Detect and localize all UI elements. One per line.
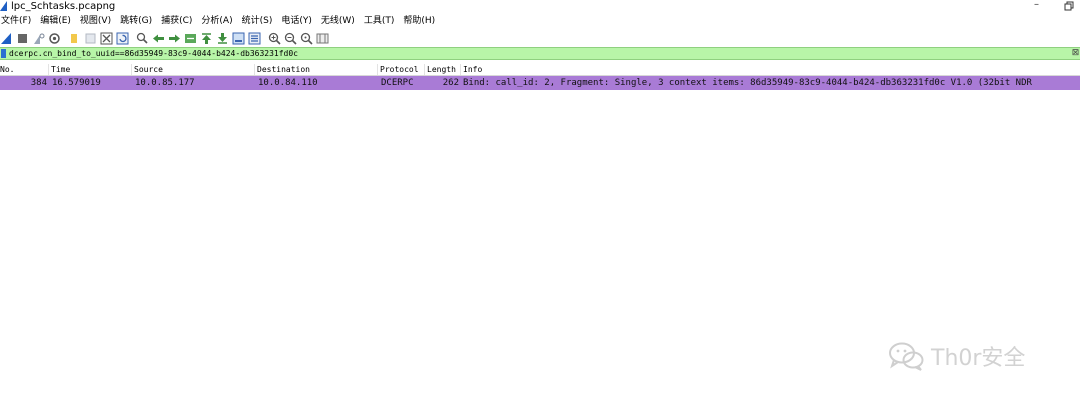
wechat-logo-icon — [889, 342, 924, 371]
menu-help[interactable]: 帮助(H) — [403, 14, 435, 29]
packet-source: 10.0.85.177 — [135, 78, 195, 88]
packet-length: 262 — [442, 78, 459, 88]
menu-file[interactable]: 文件(F) — [1, 14, 31, 29]
packet-no: 384 — [30, 78, 47, 88]
menu-capture[interactable]: 捕获(C) — [161, 14, 192, 29]
packet-info: Bind: call_id: 2, Fragment: Single, 3 co… — [463, 78, 1032, 88]
menu-view[interactable]: 视图(V) — [80, 14, 111, 29]
display-filter-bar: ⊠ — [0, 47, 1080, 60]
main-toolbar — [0, 30, 1080, 46]
zoom-in-icon[interactable] — [268, 32, 281, 45]
packet-protocol: DCERPC — [381, 78, 414, 88]
watermark: Th0r安全 — [887, 337, 1062, 375]
menu-statistics[interactable]: 统计(S) — [242, 14, 273, 29]
stop-capture-icon[interactable] — [16, 32, 29, 45]
resize-columns-icon[interactable] — [316, 32, 329, 45]
packet-destination: 10.0.84.110 — [258, 78, 318, 88]
go-to-packet-icon[interactable] — [184, 32, 197, 45]
watermark-text: Th0r安全 — [931, 346, 1026, 371]
column-header-protocol[interactable]: Protocol — [378, 64, 425, 75]
column-header-info[interactable]: Info — [461, 64, 1080, 75]
filter-bookmark-icon[interactable] — [1, 49, 6, 58]
reload-file-icon[interactable] — [116, 32, 129, 45]
open-file-icon[interactable] — [68, 32, 81, 45]
save-file-icon[interactable] — [84, 32, 97, 45]
column-header-destination[interactable]: Destination — [255, 64, 378, 75]
restore-window-button[interactable] — [1064, 1, 1074, 11]
capture-options-icon[interactable] — [48, 32, 61, 45]
menu-wireless[interactable]: 无线(W) — [321, 14, 355, 29]
clear-filter-icon[interactable]: ⊠ — [1071, 48, 1080, 59]
packet-time: 16.579019 — [52, 78, 101, 88]
menu-edit[interactable]: 编辑(E) — [40, 14, 71, 29]
start-capture-icon[interactable] — [0, 32, 13, 45]
zoom-out-icon[interactable] — [284, 32, 297, 45]
menu-bar: 文件(F) 编辑(E) 视图(V) 跳转(G) 捕获(C) 分析(A) 统计(S… — [0, 14, 1080, 29]
go-back-icon[interactable] — [152, 32, 165, 45]
normal-size-icon[interactable] — [300, 32, 313, 45]
column-header-time[interactable]: Time — [49, 64, 132, 75]
menu-analyze[interactable]: 分析(A) — [201, 14, 232, 29]
go-forward-icon[interactable] — [168, 32, 181, 45]
find-packet-icon[interactable] — [136, 32, 149, 45]
menu-go[interactable]: 跳转(G) — [120, 14, 152, 29]
column-header-length[interactable]: Length — [425, 64, 461, 75]
packet-list-header: No. Time Source Destination Protocol Len… — [0, 64, 1080, 76]
title-bar: lpc_Schtasks.pcapng – — [0, 0, 1080, 13]
restart-capture-icon[interactable] — [32, 32, 45, 45]
window-title: lpc_Schtasks.pcapng — [11, 1, 116, 12]
column-header-no[interactable]: No. — [0, 64, 49, 75]
wireshark-logo-icon — [0, 1, 7, 11]
menu-telephony[interactable]: 电话(Y) — [281, 14, 312, 29]
go-last-icon[interactable] — [216, 32, 229, 45]
minimize-button[interactable]: – — [1034, 0, 1044, 11]
menu-tools[interactable]: 工具(T) — [364, 14, 395, 29]
display-filter-input[interactable] — [9, 47, 1009, 60]
packet-row[interactable]: 384 16.579019 10.0.85.177 10.0.84.110 DC… — [0, 76, 1080, 90]
go-first-icon[interactable] — [200, 32, 213, 45]
colorize-icon[interactable] — [248, 32, 261, 45]
close-file-icon[interactable] — [100, 32, 113, 45]
auto-scroll-icon[interactable] — [232, 32, 245, 45]
column-header-source[interactable]: Source — [132, 64, 255, 75]
